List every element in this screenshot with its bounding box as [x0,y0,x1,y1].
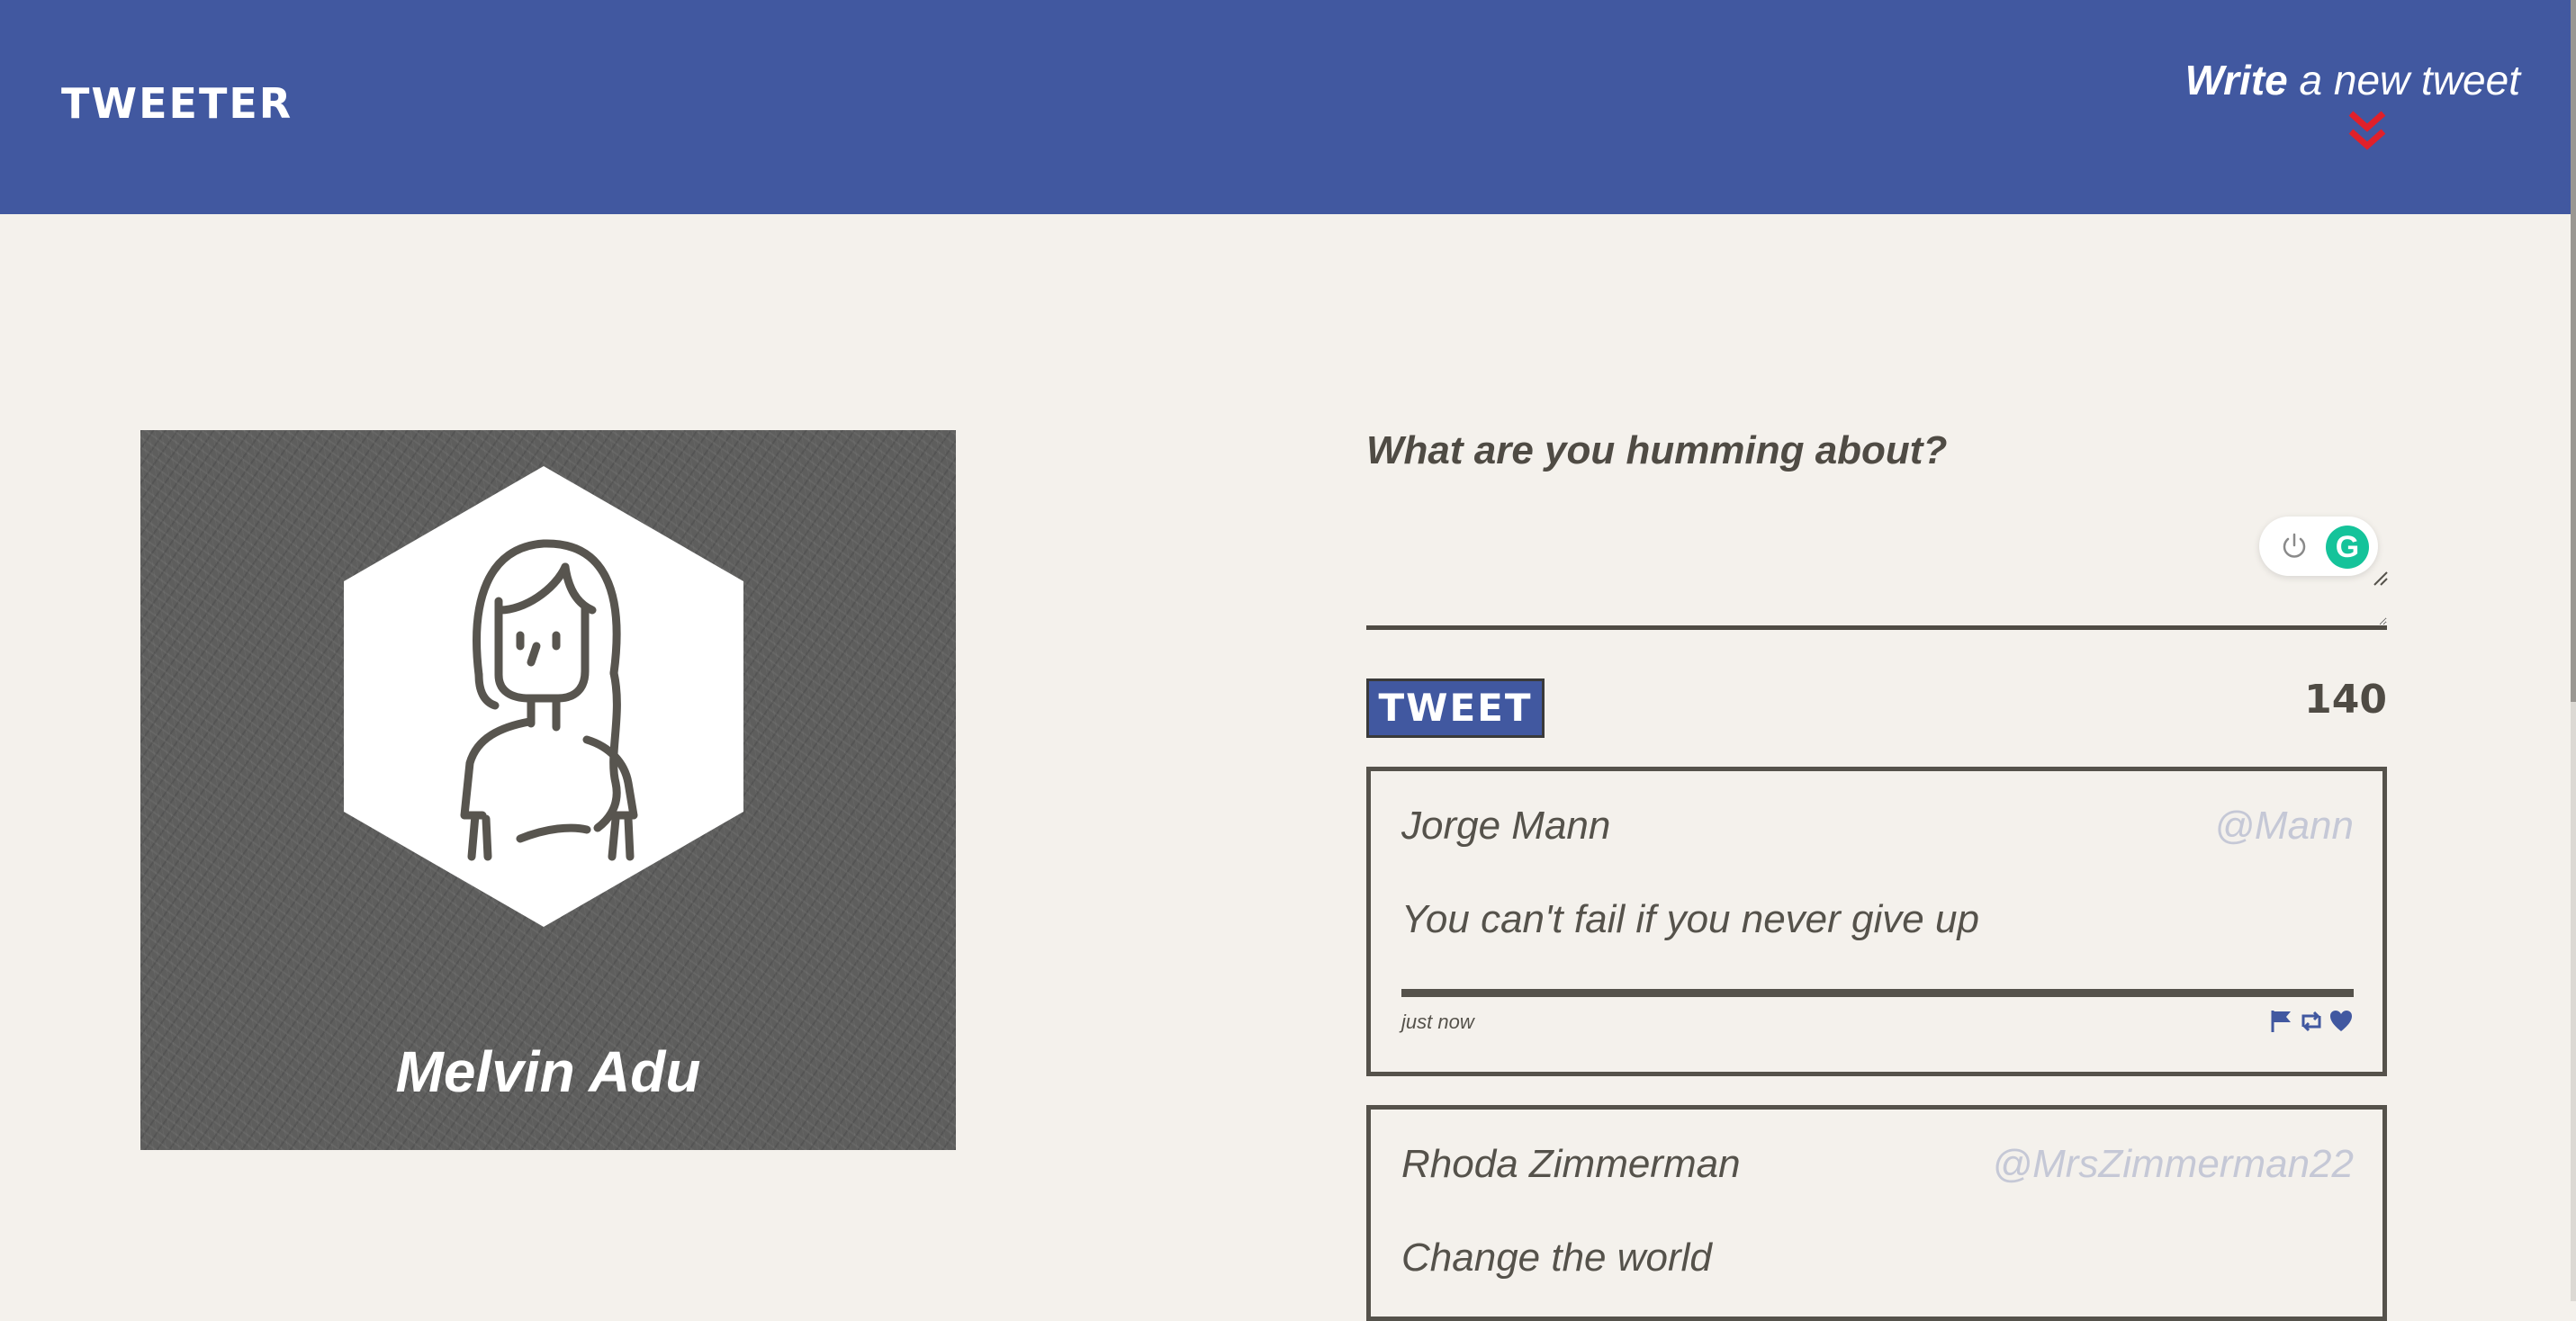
retweet-icon[interactable] [2298,1009,2325,1034]
profile-name: Melvin Adu [395,1039,701,1104]
tweet-card: Jorge Mann @Mann You can't fail if you n… [1366,767,2387,1076]
top-nav: TWEETER Write a new tweet [0,0,2571,214]
double-chevron-down-icon[interactable] [2347,110,2387,153]
tweet-author-handle: @Mann [2214,804,2354,848]
tweet-timestamp: just now [1401,1011,1474,1033]
compose-prompt: What are you humming about? [1366,428,1948,472]
tweet-author-name: Rhoda Zimmerman [1401,1142,1741,1186]
power-icon[interactable] [2279,531,2310,562]
tweet-divider [1401,989,2354,997]
character-counter: 140 [2304,677,2387,723]
person-avatar-icon [344,466,743,927]
tweet-body: Change the world [1401,1236,1712,1280]
flag-icon[interactable] [2269,1009,2292,1034]
tweet-button[interactable]: TWEET [1366,678,1545,738]
tweet-author-handle: @MrsZimmerman22 [1992,1142,2354,1186]
write-new-tweet-strong: Write [2184,57,2288,103]
page-scrollbar[interactable] [2571,0,2576,1301]
write-new-tweet-link[interactable]: Write a new tweet [2185,56,2520,104]
brand-logo[interactable]: TWEETER [61,79,293,128]
compose-textarea[interactable] [1366,504,2387,630]
profile-card: Melvin Adu [140,430,956,1150]
tweet-author-name: Jorge Mann [1401,804,1611,848]
tweet-actions [2269,1009,2354,1034]
heart-icon[interactable] [2328,1009,2354,1034]
page-scrollbar-thumb[interactable] [2571,0,2576,702]
resize-handle-icon[interactable] [2371,569,2389,587]
grammarly-g-icon[interactable]: G [2326,526,2369,569]
grammarly-widget[interactable]: G [2259,517,2378,576]
write-new-tweet-rest: a new tweet [2287,57,2521,103]
tweet-body: You can't fail if you never give up [1401,897,1979,941]
tweet-card: Rhoda Zimmerman @MrsZimmerman22 Change t… [1366,1105,2387,1321]
